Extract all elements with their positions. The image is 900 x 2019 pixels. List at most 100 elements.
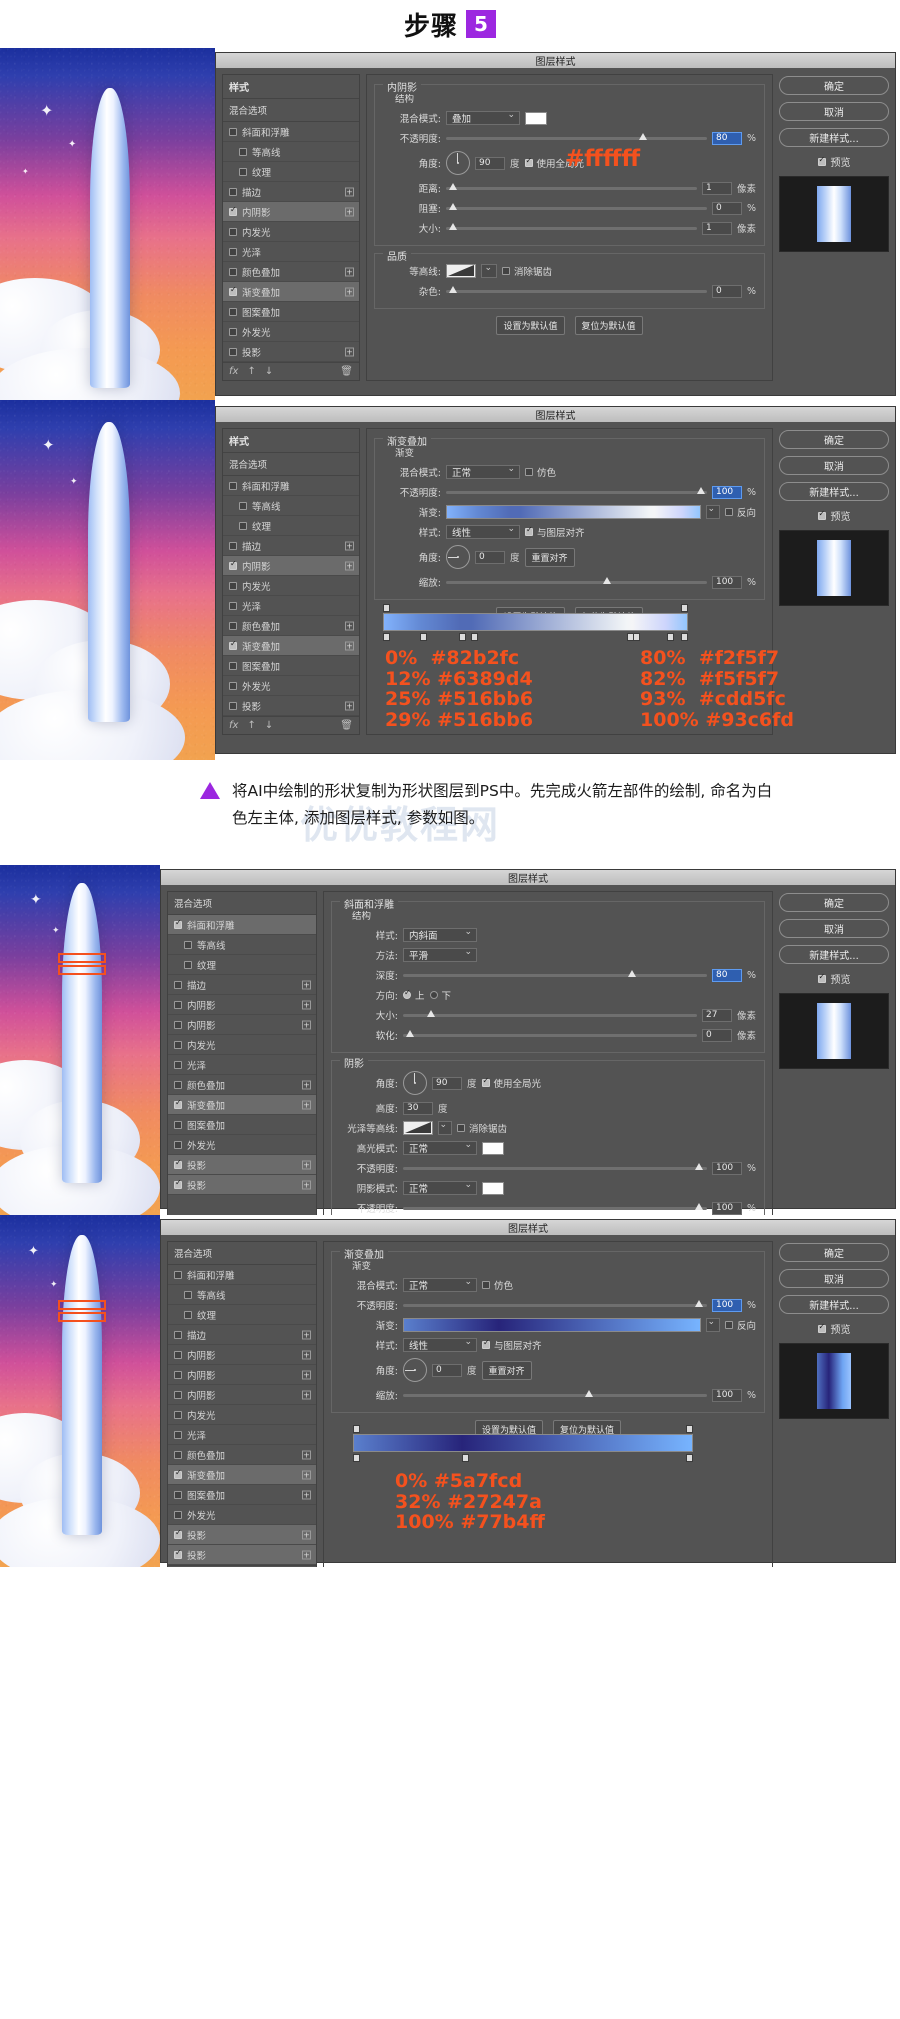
direction-up-radio[interactable]: 上 bbox=[403, 988, 425, 1002]
effect-row[interactable]: 光泽 bbox=[223, 242, 359, 262]
gradient-preview[interactable] bbox=[403, 1318, 701, 1332]
new-style-button[interactable]: 新建样式... bbox=[779, 1295, 889, 1314]
fx-icon[interactable]: fx bbox=[229, 720, 238, 731]
size-value[interactable]: 1 bbox=[701, 221, 732, 235]
choke-slider[interactable] bbox=[446, 202, 707, 210]
effect-checkbox[interactable] bbox=[174, 1140, 182, 1149]
preview-row[interactable]: 预览 bbox=[779, 508, 889, 523]
new-style-button[interactable]: 新建样式... bbox=[779, 128, 889, 147]
effect-row[interactable]: 光泽 bbox=[168, 1055, 316, 1075]
effect-checkbox[interactable] bbox=[174, 1469, 182, 1479]
effect-row[interactable]: 投影 + bbox=[168, 1545, 316, 1565]
move-up-icon[interactable]: ↑ bbox=[247, 366, 255, 377]
effect-checkbox[interactable] bbox=[229, 541, 237, 550]
gradient-bar[interactable] bbox=[383, 613, 688, 631]
angle-value[interactable]: 90 bbox=[475, 156, 505, 170]
effect-row[interactable]: 渐变叠加 + bbox=[168, 1465, 316, 1485]
technique-select[interactable]: 平滑 bbox=[403, 947, 477, 962]
effect-row[interactable]: 渐变叠加 + bbox=[223, 636, 359, 656]
effect-checkbox[interactable] bbox=[229, 127, 237, 136]
opacity-slider[interactable] bbox=[403, 1299, 707, 1307]
reverse-row[interactable]: 反向 bbox=[724, 505, 756, 519]
scale-value[interactable]: 100 bbox=[711, 575, 742, 589]
style-select[interactable]: 线性 bbox=[403, 1337, 477, 1352]
styles-footer[interactable]: fx ↑ ↓ 🗑 bbox=[223, 716, 359, 734]
use-global-light-row[interactable]: 使用全局光 bbox=[481, 1076, 541, 1090]
angle-dial[interactable] bbox=[403, 1358, 427, 1382]
shadow-opacity-value[interactable]: 100 bbox=[711, 1201, 742, 1215]
gradient-color-stop[interactable] bbox=[471, 633, 479, 641]
effect-checkbox[interactable] bbox=[174, 1159, 182, 1169]
gradient-strip-editor[interactable] bbox=[383, 604, 688, 642]
ok-button[interactable]: 确定 bbox=[779, 893, 889, 912]
add-effect-icon[interactable]: + bbox=[302, 1390, 311, 1399]
styles-footer[interactable]: fx ↑ ↓ 🗑 bbox=[223, 362, 359, 380]
opacity-value[interactable]: 100 bbox=[711, 485, 742, 499]
gradient-color-stop[interactable] bbox=[383, 633, 390, 641]
distance-slider[interactable] bbox=[446, 182, 697, 190]
effect-checkbox[interactable] bbox=[174, 1390, 182, 1399]
add-effect-icon[interactable]: + bbox=[302, 1080, 311, 1089]
shadow-color-swatch[interactable] bbox=[525, 111, 547, 125]
gradient-strip-editor-2[interactable] bbox=[353, 1425, 693, 1463]
effect-checkbox[interactable] bbox=[229, 327, 237, 336]
preview-row[interactable]: 预览 bbox=[779, 971, 889, 986]
effect-row[interactable]: 图案叠加 bbox=[223, 656, 359, 676]
noise-slider[interactable] bbox=[446, 285, 707, 293]
effect-row[interactable]: 纹理 bbox=[168, 1305, 316, 1325]
effect-row[interactable]: 颜色叠加 + bbox=[223, 262, 359, 282]
effect-row[interactable]: 图案叠加 + bbox=[168, 1485, 316, 1505]
style-select[interactable]: 线性 bbox=[446, 524, 520, 539]
add-effect-icon[interactable]: + bbox=[345, 207, 354, 216]
effect-checkbox[interactable] bbox=[239, 167, 247, 176]
effects-list[interactable]: 斜面和浮雕等高线纹理描边 + 内阴影 + 内阴影 + 内发光光泽颜色叠加 + 渐变叠加 + 图案叠加… bbox=[168, 915, 316, 1195]
effect-row[interactable]: 描边 + bbox=[168, 1325, 316, 1345]
effect-checkbox[interactable] bbox=[174, 1350, 182, 1359]
gloss-contour-preview[interactable] bbox=[403, 1121, 433, 1135]
angle-dial[interactable] bbox=[403, 1071, 427, 1095]
antialias-checkbox[interactable] bbox=[502, 267, 510, 275]
cancel-button[interactable]: 取消 bbox=[779, 456, 889, 475]
effect-checkbox[interactable] bbox=[174, 980, 182, 989]
add-effect-icon[interactable]: + bbox=[302, 1000, 311, 1009]
highlight-opacity-slider[interactable] bbox=[403, 1162, 707, 1170]
gradient-dropdown[interactable] bbox=[705, 504, 720, 519]
effect-row[interactable]: 等高线 bbox=[223, 142, 359, 162]
move-down-icon[interactable]: ↓ bbox=[265, 720, 273, 731]
effects-list[interactable]: 斜面和浮雕等高线纹理描边 + 内阴影 + 内发光光泽颜色叠加 + 渐变叠加 + 图案叠加外发光投… bbox=[223, 476, 359, 716]
reset-align-button[interactable]: 重置对齐 bbox=[481, 1360, 532, 1380]
effect-row[interactable]: 投影 + bbox=[168, 1175, 316, 1195]
add-effect-icon[interactable]: + bbox=[302, 1020, 311, 1029]
effect-row[interactable]: 内阴影 + bbox=[168, 995, 316, 1015]
effect-checkbox[interactable] bbox=[229, 307, 237, 316]
effect-checkbox[interactable] bbox=[229, 247, 237, 256]
effect-row[interactable]: 渐变叠加 + bbox=[223, 282, 359, 302]
effect-checkbox[interactable] bbox=[229, 701, 237, 710]
effect-checkbox[interactable] bbox=[229, 267, 237, 276]
effect-checkbox[interactable] bbox=[229, 621, 237, 630]
highlight-color-swatch[interactable] bbox=[482, 1141, 504, 1155]
angle-dial[interactable] bbox=[446, 545, 470, 569]
layer-style-dialog-1[interactable]: 图层样式 样式 混合选项 斜面和浮雕等高线纹理描边 + 内阴影 + 内发光光泽颜色叠加 +… bbox=[215, 52, 896, 396]
effect-row[interactable]: 内发光 bbox=[223, 576, 359, 596]
add-effect-icon[interactable]: + bbox=[302, 1350, 311, 1359]
effect-row[interactable]: 颜色叠加 + bbox=[168, 1075, 316, 1095]
gradient-preview[interactable] bbox=[446, 505, 701, 519]
add-effect-icon[interactable]: + bbox=[302, 980, 311, 989]
effect-row[interactable]: 内阴影 + bbox=[223, 202, 359, 222]
effect-checkbox[interactable] bbox=[174, 1060, 182, 1069]
gradient-color-stop[interactable] bbox=[633, 633, 641, 641]
effect-row[interactable]: 图案叠加 bbox=[223, 302, 359, 322]
gradient-opacity-stop[interactable] bbox=[686, 1425, 693, 1433]
effect-row[interactable]: 斜面和浮雕 bbox=[168, 915, 316, 935]
effect-row[interactable]: 内阴影 + bbox=[168, 1345, 316, 1365]
add-effect-icon[interactable]: + bbox=[302, 1550, 311, 1559]
move-down-icon[interactable]: ↓ bbox=[265, 366, 273, 377]
soften-slider[interactable] bbox=[403, 1029, 697, 1037]
preview-checkbox[interactable] bbox=[817, 156, 826, 166]
cancel-button[interactable]: 取消 bbox=[779, 102, 889, 121]
highlight-opacity-value[interactable]: 100 bbox=[711, 1161, 742, 1175]
gradient-color-stop[interactable] bbox=[681, 633, 688, 641]
effects-list[interactable]: 斜面和浮雕等高线纹理描边 + 内阴影 + 内阴影 + 内阴影 + 内发光光泽颜色叠加 + 渐变叠加 +… bbox=[168, 1265, 316, 1565]
add-effect-icon[interactable]: + bbox=[302, 1490, 311, 1499]
